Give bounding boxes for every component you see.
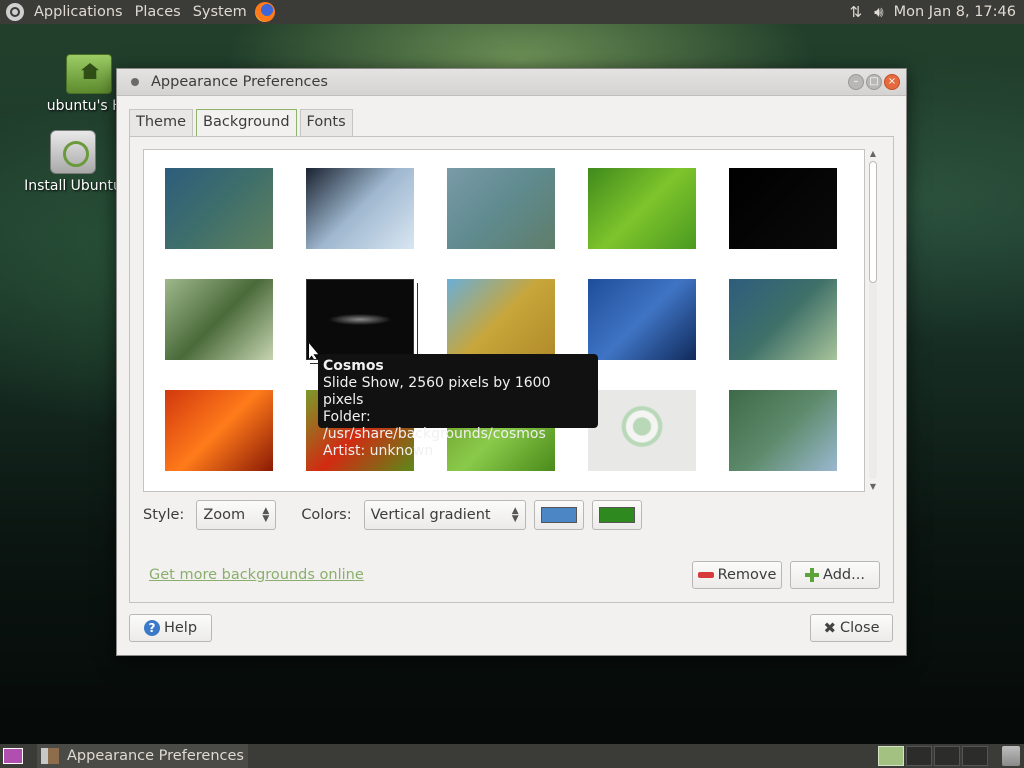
clock[interactable]: Mon Jan 8, 17:46: [894, 4, 1016, 20]
workspace-1[interactable]: [878, 746, 904, 766]
tab-background[interactable]: Background: [196, 109, 297, 137]
taskbar-item[interactable]: Appearance Preferences: [37, 744, 248, 768]
remove-icon: [697, 572, 714, 578]
window-title: Appearance Preferences: [151, 74, 328, 90]
secondary-color-swatch: [598, 507, 635, 523]
tooltip-line: Artist: unknown: [323, 443, 434, 459]
background-thumbnail[interactable]: [588, 279, 696, 360]
firefox-icon[interactable]: [254, 2, 275, 22]
bottom-panel: Appearance Preferences: [0, 744, 1024, 768]
home-folder-icon: [66, 54, 112, 94]
wallpaper-tooltip: Cosmos Slide Show, 2560 pixels by 1600 p…: [318, 354, 598, 459]
secondary-color-button[interactable]: [591, 500, 642, 530]
scroll-down-icon[interactable]: ▼: [866, 482, 880, 492]
background-thumbnail[interactable]: [729, 390, 837, 471]
help-icon: ?: [143, 620, 160, 636]
volume-icon[interactable]: 🔊︎: [874, 3, 883, 21]
style-select[interactable]: Zoom ▲ ▼: [196, 500, 277, 530]
background-thumbnail[interactable]: [165, 168, 273, 249]
background-thumbnail[interactable]: [588, 168, 696, 249]
taskbar-item-label: Appearance Preferences: [67, 748, 244, 764]
appearance-app-icon: [41, 748, 59, 764]
workspace-switcher: [878, 746, 988, 766]
desktop-icon-install[interactable]: Install Ubuntu: [18, 130, 128, 194]
background-thumbnail[interactable]: [729, 168, 837, 249]
help-label: Help: [163, 620, 198, 636]
more-backgrounds-link[interactable]: Get more backgrounds online: [149, 567, 364, 583]
style-value: Zoom: [203, 507, 246, 523]
trash-icon[interactable]: [1002, 746, 1020, 766]
close-label: Close: [840, 620, 880, 636]
tab-theme[interactable]: Theme: [129, 109, 194, 136]
background-thumbnail[interactable]: [306, 279, 414, 360]
background-thumbnail[interactable]: [165, 279, 273, 360]
primary-color-button[interactable]: [533, 500, 584, 530]
network-icon[interactable]: ⇅: [850, 3, 863, 21]
gallery-scrollbar[interactable]: ▲ ▼: [866, 149, 880, 492]
background-thumbnail[interactable]: [165, 390, 273, 471]
background-thumbnail[interactable]: [447, 279, 555, 360]
colors-value: Vertical gradient: [370, 507, 491, 523]
help-button[interactable]: ? Help: [129, 614, 212, 642]
background-thumbnail[interactable]: [588, 390, 696, 471]
workspace-2[interactable]: [906, 746, 932, 766]
show-desktop-icon[interactable]: [3, 748, 23, 764]
installer-icon: [50, 130, 96, 174]
titlebar[interactable]: Appearance Preferences – □ ×: [117, 69, 906, 96]
workspace-4[interactable]: [962, 746, 988, 766]
style-label: Style:: [143, 507, 185, 523]
primary-color-swatch: [540, 507, 577, 523]
background-thumbnail[interactable]: [306, 168, 414, 249]
tooltip-line: Slide Show, 2560 pixels by 1600 pixels: [323, 375, 551, 408]
scrollbar-thumb[interactable]: [869, 161, 877, 283]
workspace-3[interactable]: [934, 746, 960, 766]
background-thumbnail[interactable]: [729, 279, 837, 360]
remove-button[interactable]: Remove: [692, 561, 782, 589]
spin-arrows-icon: ▲ ▼: [262, 506, 270, 524]
close-button[interactable]: ✖ Close: [810, 614, 893, 642]
add-button[interactable]: Add...: [790, 561, 880, 589]
ubuntu-logo-icon[interactable]: [6, 3, 24, 21]
background-thumbnail[interactable]: [447, 168, 555, 249]
tooltip-title: Cosmos: [323, 358, 384, 374]
spin-arrows-icon: ▲ ▼: [511, 506, 519, 524]
window-menu-icon[interactable]: [131, 78, 139, 86]
remove-label: Remove: [717, 567, 777, 583]
minimize-button[interactable]: –: [848, 74, 864, 90]
applications-menu[interactable]: Applications: [28, 0, 129, 24]
close-icon: ✖: [823, 619, 837, 637]
scroll-up-icon[interactable]: ▲: [866, 149, 880, 159]
tab-fonts[interactable]: Fonts: [299, 109, 353, 136]
add-icon: [805, 568, 820, 582]
add-label: Add...: [823, 567, 865, 583]
colors-label: Colors:: [301, 507, 352, 523]
system-menu[interactable]: System: [187, 0, 253, 24]
tab-bar: Theme Background Fonts: [129, 109, 353, 137]
maximize-button[interactable]: □: [866, 74, 882, 90]
colors-select[interactable]: Vertical gradient ▲ ▼: [363, 500, 526, 530]
tooltip-line: Folder: /usr/share/backgrounds/cosmos: [323, 409, 546, 442]
places-menu[interactable]: Places: [129, 0, 187, 24]
close-window-button[interactable]: ×: [884, 74, 900, 90]
desktop-icon-label: Install Ubuntu: [24, 178, 122, 194]
top-panel: Applications Places System ⇅ 🔊︎ Mon Jan …: [0, 0, 1024, 24]
